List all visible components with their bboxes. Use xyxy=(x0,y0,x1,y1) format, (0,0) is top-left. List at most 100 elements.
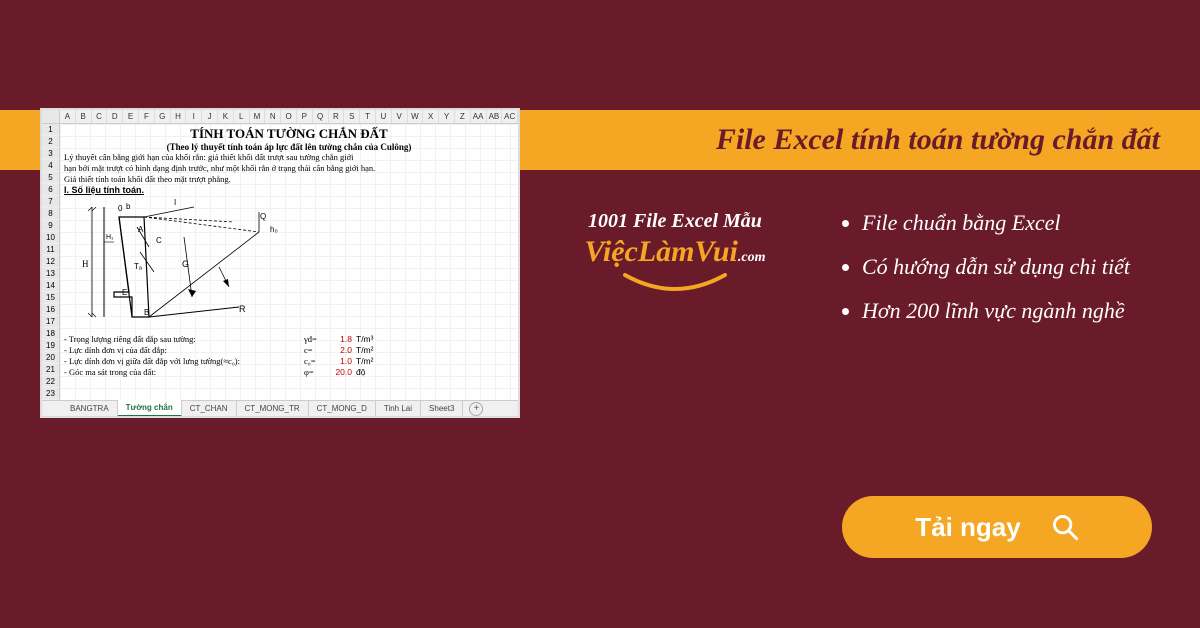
bullet-list: File chuẩn bằng Excel Có hướng dẫn sử dụn… xyxy=(840,210,1130,324)
column-header: C xyxy=(92,110,108,123)
column-header: P xyxy=(297,110,313,123)
row-number: 3 xyxy=(42,148,60,160)
logo-brand: ViệcLàmVui.com xyxy=(560,235,790,269)
row-number: 10 xyxy=(42,232,60,244)
svg-text:0: 0 xyxy=(118,204,123,213)
row-number: 22 xyxy=(42,376,60,388)
row-numbers: 123456789101112131415161718192021222324 xyxy=(42,124,60,412)
row-number: 13 xyxy=(42,268,60,280)
column-header: W xyxy=(408,110,424,123)
row-number: 20 xyxy=(42,352,60,364)
column-header: AA xyxy=(471,110,487,123)
doc-title: TÍNH TOÁN TƯỜNG CHẮN ĐẤT xyxy=(64,126,514,142)
column-header: E xyxy=(123,110,139,123)
column-header: O xyxy=(281,110,297,123)
row-number: 23 xyxy=(42,388,60,400)
column-header: S xyxy=(344,110,360,123)
column-header: M xyxy=(250,110,266,123)
search-icon xyxy=(1051,513,1079,541)
excel-preview: ABCDEFGHIJKLMNOPQRSTUVWXYZAAABAC 1234567… xyxy=(40,108,520,418)
list-item: Hơn 200 lĩnh vực ngành nghề xyxy=(862,298,1130,324)
row-number: 7 xyxy=(42,196,60,208)
row-number: 1 xyxy=(42,124,60,136)
doc-subtitle: (Theo lý thuyết tính toán áp lực đất lên… xyxy=(64,142,514,152)
column-header: Y xyxy=(439,110,455,123)
column-header: G xyxy=(155,110,171,123)
param-row: - Lực dính đơn vị giữa đất đắp với lưng … xyxy=(64,356,514,367)
svg-text:Tₐ: Tₐ xyxy=(134,262,143,271)
row-number: 16 xyxy=(42,304,60,316)
column-header: Q xyxy=(313,110,329,123)
svg-text:B: B xyxy=(144,308,149,317)
row-number: 21 xyxy=(42,364,60,376)
download-button[interactable]: Tải ngay xyxy=(842,496,1152,558)
intro-line: hạn bởi mặt trượt có hình dạng định trướ… xyxy=(64,163,514,174)
svg-text:I: I xyxy=(174,198,176,207)
row-number: 6 xyxy=(42,184,60,196)
svg-text:Q: Q xyxy=(260,212,266,221)
row-number: 15 xyxy=(42,292,60,304)
column-header: A xyxy=(60,110,76,123)
column-header: N xyxy=(265,110,281,123)
sheet-tab[interactable]: BANGTRA xyxy=(62,401,118,416)
sheet-tab[interactable]: CT_MONG_TR xyxy=(237,401,309,416)
add-sheet-button[interactable]: + xyxy=(469,402,483,416)
row-number: 8 xyxy=(42,208,60,220)
svg-text:R: R xyxy=(239,304,246,314)
svg-text:C: C xyxy=(156,236,162,245)
param-row: - Trọng lượng riêng đất đắp sau tường:γđ… xyxy=(64,334,514,345)
column-header: Z xyxy=(455,110,471,123)
svg-text:h₀: h₀ xyxy=(270,225,278,234)
param-row: - Lực dính đơn vị của đất đắp:c=2.0T/m² xyxy=(64,345,514,356)
page-title: File Excel tính toán tường chắn đất xyxy=(716,123,1160,157)
row-number: 14 xyxy=(42,280,60,292)
column-header: U xyxy=(376,110,392,123)
column-header: R xyxy=(329,110,345,123)
row-number: 19 xyxy=(42,340,60,352)
column-header: L xyxy=(234,110,250,123)
sheet-tabs: BANGTRATường chắnCT_CHANCT_MONG_TRCT_MON… xyxy=(42,400,518,416)
svg-text:E: E xyxy=(122,288,127,297)
svg-text:b: b xyxy=(126,202,131,211)
logo-tagline: 1001 File Excel Mẫu xyxy=(560,210,790,233)
column-header: AB xyxy=(487,110,503,123)
section-heading: I. Số liệu tính toán. xyxy=(64,185,514,195)
smile-icon xyxy=(560,273,790,302)
column-header: J xyxy=(202,110,218,123)
svg-text:A: A xyxy=(138,225,144,234)
svg-text:H₁: H₁ xyxy=(106,234,114,241)
row-number: 9 xyxy=(42,220,60,232)
column-headers: ABCDEFGHIJKLMNOPQRSTUVWXYZAAABAC xyxy=(42,110,518,124)
cta-label: Tải ngay xyxy=(915,512,1020,543)
column-header: T xyxy=(360,110,376,123)
column-header: AC xyxy=(502,110,518,123)
column-header: I xyxy=(186,110,202,123)
sheet-tab[interactable]: CT_CHAN xyxy=(182,401,237,416)
sheet-tab[interactable]: Tinh Lai xyxy=(376,401,421,416)
parameters-block: - Trọng lượng riêng đất đắp sau tường:γđ… xyxy=(64,334,514,378)
svg-text:G: G xyxy=(182,259,189,269)
row-number: 18 xyxy=(42,328,60,340)
column-header: F xyxy=(139,110,155,123)
technical-diagram: H I Q h₀ R A Tₐ C xyxy=(74,197,334,332)
row-number: 4 xyxy=(42,160,60,172)
feature-list: File chuẩn bằng Excel Có hướng dẫn sử dụn… xyxy=(840,210,1130,342)
column-header: X xyxy=(423,110,439,123)
list-item: File chuẩn bằng Excel xyxy=(862,210,1130,236)
intro-line: Lý thuyết cân bằng giới hạn của khối rắn… xyxy=(64,152,514,163)
logo-block: 1001 File Excel Mẫu ViệcLàmVui.com xyxy=(560,210,790,302)
row-number: 2 xyxy=(42,136,60,148)
intro-line: Giả thiết tính toán khối đất theo mặt tr… xyxy=(64,174,514,185)
column-header: B xyxy=(76,110,92,123)
row-number: 17 xyxy=(42,316,60,328)
sheet-tab[interactable]: Sheet3 xyxy=(421,401,463,416)
param-row: - Góc ma sát trong của đất:φ=20.0độ xyxy=(64,367,514,378)
sheet-tab[interactable]: CT_MONG_D xyxy=(309,401,376,416)
row-number: 11 xyxy=(42,244,60,256)
sheet-tab[interactable]: Tường chắn xyxy=(118,400,182,417)
column-header: D xyxy=(107,110,123,123)
list-item: Có hướng dẫn sử dụng chi tiết xyxy=(862,254,1130,280)
row-number: 5 xyxy=(42,172,60,184)
svg-text:H: H xyxy=(82,259,89,269)
column-header: V xyxy=(392,110,408,123)
